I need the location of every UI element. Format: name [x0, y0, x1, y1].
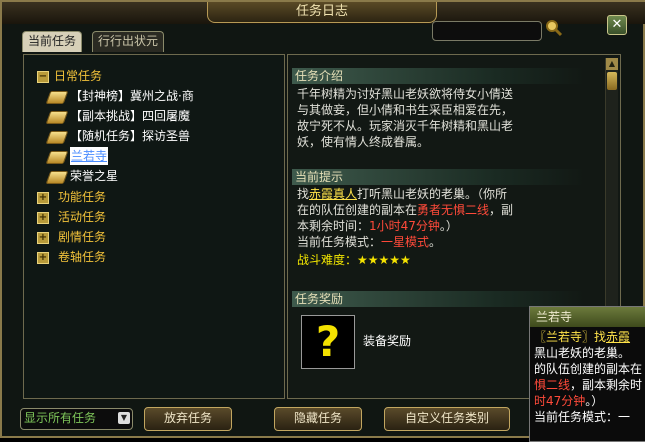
quest-tree-panel [23, 54, 285, 399]
quest-tooltip: 兰若寺 〖兰若寺〗找赤霞 黑山老妖的老巢。 的队伍创建的副本在 惧二线，副本剩余… [529, 306, 645, 442]
hint-line: 在的队伍创建的副本在勇者无惧二线，副 [297, 202, 597, 218]
tooltip-body: 〖兰若寺〗找赤霞 黑山老妖的老巢。 的队伍创建的副本在 惧二线，副本剩余时 时4… [530, 327, 645, 427]
hint-text-part: 。 [429, 235, 442, 249]
hint-text-part: 。） [439, 219, 458, 233]
expand-icon[interactable]: + [37, 232, 49, 244]
tree-item-honor[interactable]: 荣誉之星 [70, 167, 118, 185]
hint-heading: 当前提示 [292, 169, 585, 185]
tooltip-line: 时47分钟。） [534, 393, 645, 409]
hint-text-part: 打听黑山老妖的老巢。（你所 [357, 187, 508, 201]
tree-category-scroll[interactable]: 卷轴任务 [58, 248, 106, 266]
intro-heading: 任务介绍 [292, 68, 585, 84]
quest-mode: 一星模式 [381, 235, 430, 249]
hint-line: 当前任务模式：一星模式。 [297, 234, 597, 250]
intro-line: 千年树精为讨好黑山老妖欲将侍女小倩送 [297, 87, 514, 101]
expand-icon[interactable]: + [37, 192, 49, 204]
hint-text-part: ，副 [489, 203, 514, 217]
intro-line: 妖，使有情人终成眷属。 [297, 135, 430, 149]
close-icon[interactable]: ✕ [607, 15, 627, 35]
tooltip-text: ，副本剩余时 [570, 378, 643, 392]
hint-text-part: 在的队伍创建的副本在 [297, 203, 418, 217]
tooltip-line: 黑山老妖的老巢。 [534, 346, 631, 360]
hint-line: 找赤霞真人打听黑山老妖的老巢。（你所 [297, 186, 597, 202]
difficulty-label: 战斗难度： [297, 253, 358, 267]
hide-quest-button[interactable]: 隐藏任务 [274, 407, 362, 431]
window-title: 任务日志 [207, 2, 437, 23]
custom-category-button[interactable]: 自定义任务类别 [384, 407, 510, 431]
chevron-down-icon[interactable]: ▼ [118, 412, 130, 424]
tree-item-random[interactable]: 【随机任务】探访圣兽 [70, 127, 190, 145]
hint-text: 找赤霞真人打听黑山老妖的老巢。（你所 在的队伍创建的副本在勇者无惧二线，副 本剩… [297, 186, 597, 268]
question-mark-icon: ? [315, 317, 341, 366]
hint-line: 本剩余时间：1小时47分钟。） [297, 218, 597, 234]
difficulty-line: 战斗难度：★★★★★ [297, 252, 597, 268]
reward-heading: 任务奖励 [292, 291, 585, 307]
tooltip-title: 兰若寺 [530, 307, 645, 327]
remaining-time: 1小时47分钟 [369, 219, 440, 233]
dungeon-mode: 勇者无惧二线 [417, 203, 490, 217]
tab-current-quests[interactable]: 当前任务 [22, 31, 83, 52]
tooltip-text: 〖兰若寺〗找 [534, 330, 607, 344]
tooltip-line: 〖兰若寺〗找赤霞 [534, 329, 645, 345]
collapse-icon[interactable]: − [37, 71, 49, 83]
tooltip-line: 惧二线，副本剩余时 [534, 377, 645, 393]
hint-text-part: 当前任务模式： [297, 235, 382, 249]
tooltip-mode: 惧二线 [534, 378, 571, 392]
quest-log-window: 任务日志 ✕ 当前任务 行行出状元 − 日常任务 【封神榜】冀州之战·商 【副本… [0, 0, 645, 442]
intro-line: 故宁死不从。玩家消灭千年树精和黑山老 [297, 119, 514, 133]
intro-line: 与其做妾，但小倩和书生采臣相爱在先， [297, 103, 514, 117]
hint-text-part: 本剩余时间： [297, 219, 370, 233]
tooltip-text: 。） [585, 394, 604, 408]
search-icon[interactable] [545, 19, 563, 37]
reward-item-slot[interactable]: ? [301, 315, 355, 369]
difficulty-stars: ★★★★★ [357, 253, 411, 267]
tree-category-function[interactable]: 功能任务 [58, 188, 106, 206]
expand-icon[interactable]: + [37, 252, 49, 264]
tree-category-daily[interactable]: 日常任务 [54, 67, 102, 85]
filter-label: 显示所有任务 [24, 411, 97, 425]
abandon-quest-button[interactable]: 放弃任务 [144, 407, 232, 431]
search-input[interactable] [432, 21, 542, 41]
tree-category-event[interactable]: 活动任务 [58, 208, 106, 226]
tooltip-line: 当前任务模式：一 [534, 410, 631, 424]
tree-item-fengshen[interactable]: 【封神榜】冀州之战·商 [70, 87, 194, 105]
tree-item-dungeon[interactable]: 【副本挑战】四回屠魔 [70, 107, 190, 125]
expand-icon[interactable]: + [37, 212, 49, 224]
scroll-up-icon[interactable]: ▲ [606, 58, 618, 70]
npc-link[interactable]: 赤霞真人 [309, 187, 357, 201]
scroll-thumb[interactable] [607, 72, 617, 90]
intro-text: 千年树精为讨好黑山老妖欲将侍女小倩送 与其做妾，但小倩和书生采臣相爱在先， 故宁… [297, 86, 557, 150]
tooltip-line: 的队伍创建的副本在 [534, 362, 643, 376]
tooltip-time: 时47分钟 [534, 394, 586, 408]
tree-category-story[interactable]: 剧情任务 [58, 228, 106, 246]
tree-item-lanruo-selected[interactable]: 兰若寺 [70, 147, 109, 165]
hint-text-part: 找 [297, 187, 310, 201]
tooltip-npc: 赤霞 [606, 330, 631, 344]
quest-filter-dropdown[interactable]: 显示所有任务 ▼ [20, 408, 133, 430]
tab-careers[interactable]: 行行出状元 [92, 31, 165, 52]
